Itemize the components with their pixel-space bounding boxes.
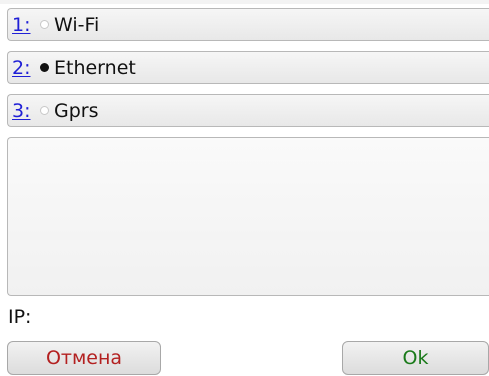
top-separator [0,0,489,4]
option-wifi[interactable]: 1: Wi-Fi [7,8,489,41]
radio-wifi[interactable] [40,20,49,29]
details-panel [7,137,489,296]
accesskey-1[interactable]: 1: [12,14,38,36]
radio-ethernet[interactable] [40,63,49,72]
option-label-gprs: Gprs [54,99,99,122]
option-ethernet[interactable]: 2: Ethernet [7,51,489,84]
cancel-button[interactable]: Отмена [7,341,161,375]
radio-gprs[interactable] [40,106,49,115]
accesskey-2[interactable]: 2: [12,57,38,79]
ok-button[interactable]: Ok [342,341,489,375]
option-label-ethernet: Ethernet [54,56,136,79]
option-gprs[interactable]: 3: Gprs [7,94,489,127]
option-label-wifi: Wi-Fi [54,13,100,36]
ip-label: IP: [8,306,32,328]
accesskey-3[interactable]: 3: [12,100,38,122]
